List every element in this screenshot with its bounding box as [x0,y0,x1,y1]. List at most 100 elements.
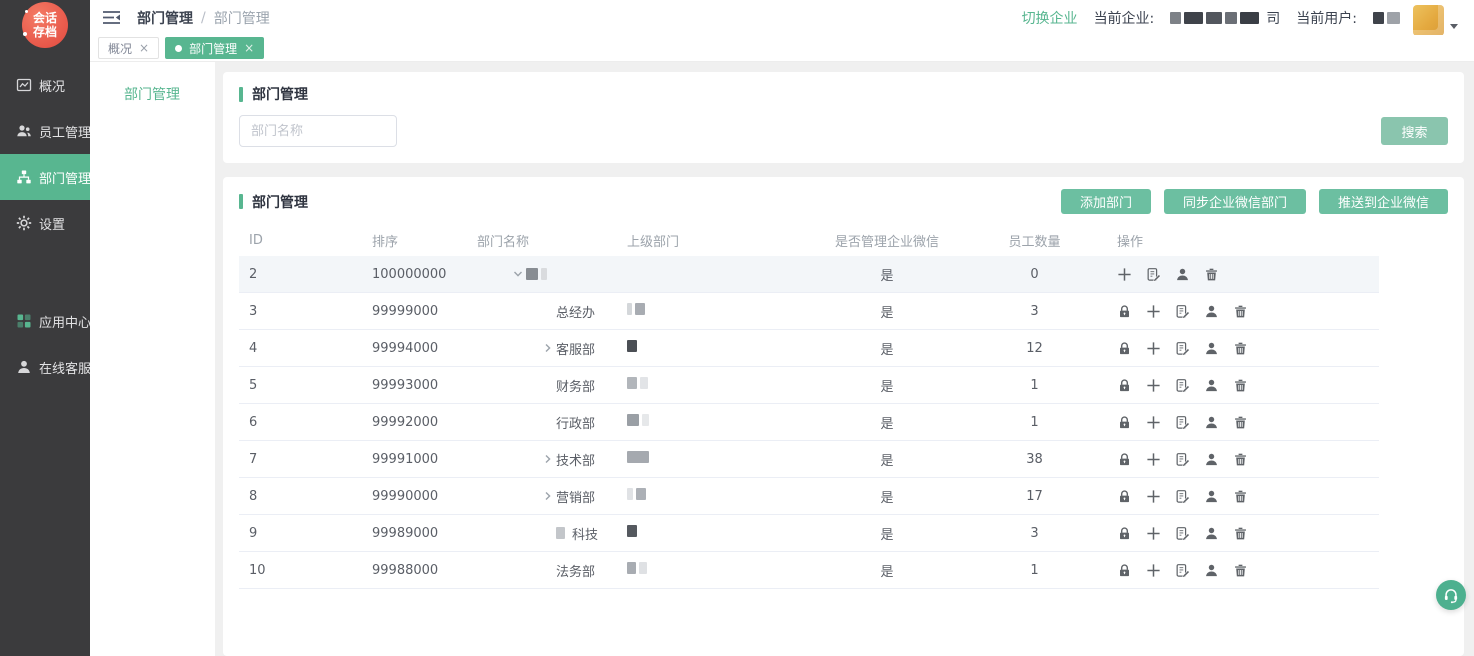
users-icon [16,123,32,139]
tab-close-icon[interactable]: × [244,41,254,55]
sidebar-item-overview[interactable]: 概况 [0,62,90,108]
action-plus-icon[interactable] [1117,267,1132,282]
tree-collapse-icon[interactable] [510,268,526,280]
department-name-text: 营销部 [556,487,595,506]
action-edit-icon[interactable] [1175,304,1190,319]
switch-enterprise-link[interactable]: 切换企业 [1022,8,1078,28]
cell-actions [1097,378,1379,393]
action-trash-icon[interactable] [1233,378,1248,393]
column-header: 是否管理企业微信 [802,231,972,250]
sync-wechat-departments-button[interactable]: 同步企业微信部门 [1164,189,1306,214]
subnav-item-department-management[interactable]: 部门管理 [124,84,215,104]
action-person-icon[interactable] [1204,341,1219,356]
action-edit-icon[interactable] [1175,341,1190,356]
action-edit-icon[interactable] [1175,563,1190,578]
breadcrumb-separator: / [201,10,206,26]
action-lock-icon[interactable] [1117,415,1132,430]
user-menu-caret-icon[interactable] [1450,24,1458,29]
action-edit-icon[interactable] [1175,526,1190,541]
action-trash-icon[interactable] [1233,489,1248,504]
apps-icon [16,313,32,329]
action-lock-icon[interactable] [1117,526,1132,541]
action-lock-icon[interactable] [1117,378,1132,393]
tree-expand-icon[interactable] [540,490,556,502]
topbar-right: 切换企业 当前企业: 司 当前用户: [1022,0,1458,36]
action-edit-icon[interactable] [1175,378,1190,393]
action-person-icon[interactable] [1204,489,1219,504]
parent-department-redacted [627,340,640,352]
action-plus-icon[interactable] [1146,526,1161,541]
action-edit-icon[interactable] [1175,415,1190,430]
cell-actions [1097,415,1379,430]
action-edit-icon[interactable] [1146,267,1161,282]
sidebar-item-settings[interactable]: 设置 [0,200,90,246]
action-edit-icon[interactable] [1175,452,1190,467]
action-plus-icon[interactable] [1146,563,1161,578]
sidebar-item-online-support[interactable]: 在线客服 [0,344,90,390]
action-plus-icon[interactable] [1146,304,1161,319]
action-trash-icon[interactable] [1233,452,1248,467]
user-avatar[interactable] [1413,5,1444,36]
action-plus-icon[interactable] [1146,341,1161,356]
action-person-icon[interactable] [1204,415,1219,430]
tab-overview[interactable]: 概况× [98,37,159,59]
action-lock-icon[interactable] [1117,304,1132,319]
cell-department-name: 总经办 [467,302,617,321]
action-plus-icon[interactable] [1146,489,1161,504]
push-to-wechat-button[interactable]: 推送到企业微信 [1319,189,1448,214]
table-card-title: 部门管理 [239,192,308,212]
tab-department-management[interactable]: 部门管理× [165,37,264,59]
action-lock-icon[interactable] [1117,341,1132,356]
action-person-icon[interactable] [1175,267,1190,282]
tab-close-icon[interactable]: × [139,41,149,55]
department-name-input[interactable] [239,115,397,147]
sidebar-collapse-icon[interactable] [102,10,121,25]
breadcrumb: 部门管理 / 部门管理 [137,8,270,28]
add-department-button[interactable]: 添加部门 [1061,189,1151,214]
action-plus-icon[interactable] [1146,415,1161,430]
action-lock-icon[interactable] [1117,452,1132,467]
action-trash-icon[interactable] [1233,304,1248,319]
column-header: 操作 [1097,231,1379,250]
action-plus-icon[interactable] [1146,452,1161,467]
cell-wechat-managed: 是 [802,524,972,543]
search-button[interactable]: 搜索 [1381,117,1448,145]
sidebar-item-employee-management[interactable]: 员工管理 [0,108,90,154]
breadcrumb-item-first[interactable]: 部门管理 [137,8,193,28]
action-person-icon[interactable] [1204,526,1219,541]
table-toolbar: 添加部门同步企业微信部门推送到企业微信 [1061,189,1448,214]
action-person-icon[interactable] [1204,452,1219,467]
parent-department-redacted [627,488,649,500]
action-trash-icon[interactable] [1233,415,1248,430]
cell-department-name: 行政部 [467,413,617,432]
action-person-icon[interactable] [1204,378,1219,393]
action-trash-icon[interactable] [1204,267,1219,282]
cell-parent-department [617,451,802,467]
action-person-icon[interactable] [1204,563,1219,578]
action-plus-icon[interactable] [1146,378,1161,393]
sidebar-item-app-center[interactable]: 应用中心 [0,298,90,344]
floating-support-button[interactable] [1436,580,1466,610]
action-edit-icon[interactable] [1175,489,1190,504]
action-trash-icon[interactable] [1233,526,1248,541]
tree-expand-icon[interactable] [540,453,556,465]
action-trash-icon[interactable] [1233,563,1248,578]
action-person-icon[interactable] [1204,304,1219,319]
cell-employee-count: 38 [972,452,1097,467]
cell-actions [1097,341,1379,356]
current-enterprise-suffix: 司 [1266,8,1280,28]
sidebar-item-label: 部门管理 [39,168,91,187]
headset-icon [1442,586,1460,604]
current-user-label: 当前用户: [1296,8,1357,28]
department-name-text: 技术部 [556,450,595,469]
department-name-text: 财务部 [556,376,595,395]
tree-expand-icon[interactable] [540,342,556,354]
table-row: 1099988000法务部是1 [239,552,1379,589]
action-lock-icon[interactable] [1117,489,1132,504]
action-trash-icon[interactable] [1233,341,1248,356]
action-lock-icon[interactable] [1117,563,1132,578]
current-user-name-redacted [1373,12,1403,24]
sidebar-item-department-management[interactable]: 部门管理 [0,154,90,200]
cell-actions [1097,526,1379,541]
cell-id: 7 [239,452,362,467]
